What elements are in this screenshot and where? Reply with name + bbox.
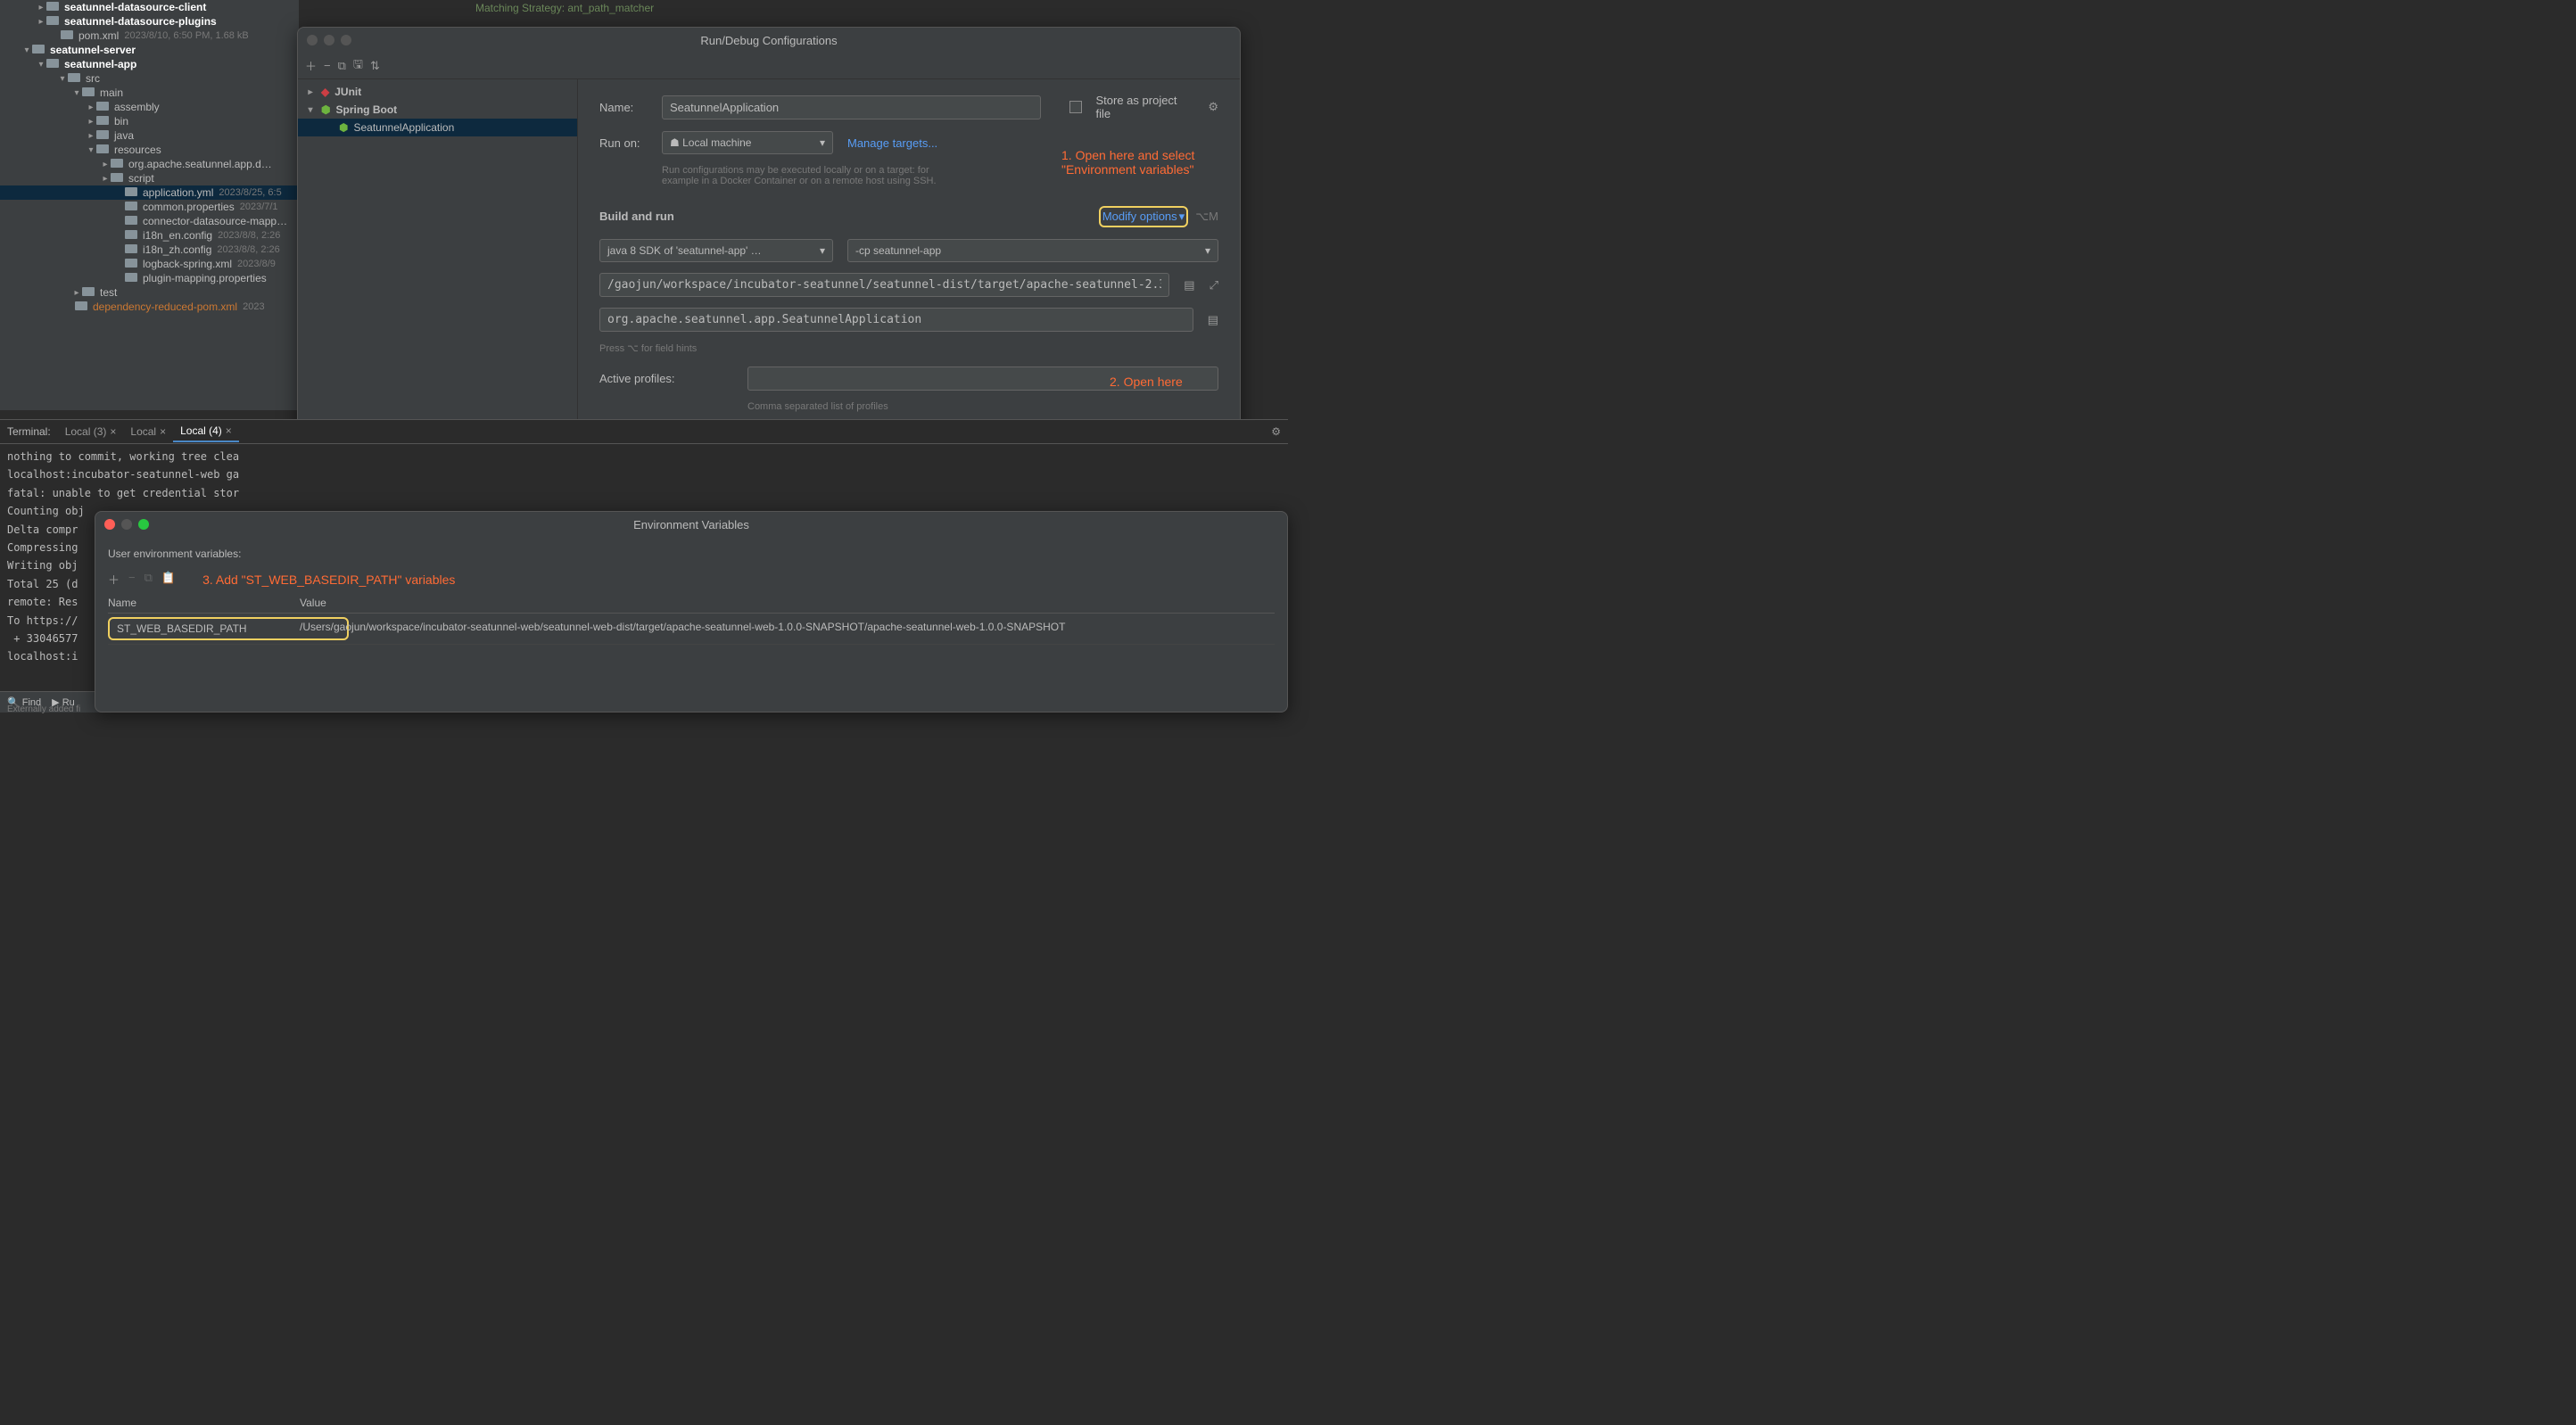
dialog-toolbar: ＋ − ⧉ 🖫 ⇅	[298, 53, 1240, 79]
dialog-titlebar[interactable]: Environment Variables	[95, 512, 1287, 537]
classpath-dropdown[interactable]: -cp seatunnel-app▾	[847, 239, 1218, 262]
dialog-titlebar[interactable]: Run/Debug Configurations	[298, 28, 1240, 53]
runon-hint: Run configurations may be executed local…	[662, 165, 956, 186]
close-icon[interactable]: ×	[110, 425, 116, 438]
active-profiles-label: Active profiles:	[599, 372, 733, 385]
project-tree[interactable]: ▸seatunnel-datasource-client▸seatunnel-d…	[0, 0, 299, 410]
expand-icon[interactable]: ⤢	[1210, 278, 1218, 292]
store-label: Store as project file	[1096, 94, 1194, 120]
store-checkbox[interactable]	[1069, 101, 1082, 113]
annotation-1: 1. Open here and select "Environment var…	[1061, 148, 1194, 177]
tree-item[interactable]: common.properties2023/7/1	[0, 200, 299, 214]
copy-icon[interactable]: ⧉	[144, 571, 153, 588]
terminal-tab[interactable]: Local (3) ×	[58, 422, 124, 441]
close-icon[interactable]	[104, 519, 115, 530]
tree-item[interactable]: ▾seatunnel-server	[0, 43, 299, 57]
close-icon[interactable]: ×	[160, 425, 166, 438]
editor-area[interactable]: Matching Strategy: ant_path_matcher	[397, 0, 1288, 27]
tree-item[interactable]: ▸bin	[0, 114, 299, 128]
config-type-spring-boot[interactable]: ▾ ⬢ Spring Boot	[298, 101, 577, 119]
runon-label: Run on:	[599, 136, 648, 150]
tree-item[interactable]: logback-spring.xml2023/8/9	[0, 257, 299, 271]
gear-icon[interactable]: ⚙	[1208, 100, 1218, 114]
tree-item[interactable]: connector-datasource-mapp…	[0, 214, 299, 228]
envvars-toolbar: ＋ − ⧉ 📋	[108, 565, 176, 593]
tree-item[interactable]: i18n_en.config2023/8/8, 2:26	[0, 228, 299, 243]
gear-icon[interactable]: ⚙	[1271, 425, 1281, 438]
tree-item[interactable]: dependency-reduced-pom.xml2023	[0, 300, 299, 314]
minimize-icon[interactable]	[121, 519, 132, 530]
annotation-3: 3. Add "ST_WEB_BASEDIR_PATH" variables	[202, 572, 455, 587]
close-icon[interactable]	[307, 35, 318, 45]
tree-item[interactable]: ▸seatunnel-datasource-client	[0, 0, 299, 14]
save-icon[interactable]: 🖫	[353, 56, 363, 76]
terminal-tab[interactable]: Local (4) ×	[173, 421, 239, 442]
modify-options-link[interactable]: Modify options	[1102, 210, 1177, 223]
tree-item[interactable]: ▸seatunnel-datasource-plugins	[0, 14, 299, 29]
main-class-input[interactable]	[599, 308, 1193, 332]
java-sdk-dropdown[interactable]: java 8 SDK of 'seatunnel-app' …▾	[599, 239, 833, 262]
paste-icon[interactable]: 📋	[161, 571, 176, 588]
active-profiles-hint: Comma separated list of profiles	[747, 401, 1218, 412]
config-item-seatunnel[interactable]: ⬢ SeatunnelApplication	[298, 119, 577, 136]
envvars-dialog: Environment Variables User environment v…	[95, 511, 1288, 712]
dialog-title: Run/Debug Configurations	[700, 34, 837, 47]
tree-item[interactable]: ▸assembly	[0, 100, 299, 114]
add-icon[interactable]: ＋	[305, 57, 317, 74]
manage-targets-link[interactable]: Manage targets...	[847, 136, 937, 150]
field-hints: Press ⌥ for field hints	[599, 342, 1218, 354]
copy-icon[interactable]: ⧉	[338, 59, 346, 73]
tree-item[interactable]: application.yml2023/8/25, 6:5	[0, 185, 299, 200]
tree-item[interactable]: ▾main	[0, 86, 299, 100]
build-run-header: Build and run	[599, 210, 674, 223]
modify-shortcut: ⌥M	[1195, 210, 1218, 224]
runon-dropdown[interactable]: ☗ Local machine▾	[662, 131, 833, 154]
remove-icon[interactable]: −	[128, 571, 136, 588]
tree-item[interactable]: i18n_zh.config2023/8/8, 2:26	[0, 243, 299, 257]
remove-icon[interactable]: −	[324, 59, 331, 72]
tree-item[interactable]: ▾src	[0, 71, 299, 86]
history-icon[interactable]: ▤	[1184, 278, 1194, 292]
table-row[interactable]: ST_WEB_BASEDIR_PATH /Users/gaojun/worksp…	[108, 614, 1275, 645]
sort-icon[interactable]: ⇅	[370, 59, 380, 73]
maximize-icon[interactable]	[341, 35, 351, 45]
status-text: Externally added fi	[7, 704, 80, 714]
table-header: Name Value	[108, 593, 1275, 614]
expand-icon[interactable]: ▤	[1208, 313, 1218, 327]
program-args-input[interactable]	[599, 273, 1169, 297]
name-label: Name:	[599, 101, 648, 114]
tree-item[interactable]: ▾resources	[0, 143, 299, 157]
tree-item[interactable]: ▸script	[0, 171, 299, 185]
tree-item[interactable]: ▸org.apache.seatunnel.app.d…	[0, 157, 299, 171]
annotation-2: 2. Open here	[1110, 375, 1183, 389]
minimize-icon[interactable]	[324, 35, 334, 45]
config-type-junit[interactable]: ▸ ◆ JUnit	[298, 83, 577, 101]
terminal-tabs: Terminal: Local (3) × Local × Local (4) …	[0, 419, 1288, 444]
tree-item[interactable]: pom.xml2023/8/10, 6:50 PM, 1.68 kB	[0, 29, 299, 43]
dialog-title: Environment Variables	[633, 518, 749, 531]
terminal-label: Terminal:	[7, 425, 51, 438]
maximize-icon[interactable]	[138, 519, 149, 530]
name-input[interactable]	[662, 95, 1041, 119]
add-icon[interactable]: ＋	[108, 571, 120, 588]
tree-item[interactable]: ▸java	[0, 128, 299, 143]
tree-item[interactable]: ▸test	[0, 285, 299, 300]
close-icon[interactable]: ×	[226, 424, 232, 437]
terminal-tab[interactable]: Local ×	[123, 422, 173, 441]
user-envvars-header: User environment variables:	[108, 548, 1275, 560]
tree-item[interactable]: plugin-mapping.properties	[0, 271, 299, 285]
tree-item[interactable]: ▾seatunnel-app	[0, 57, 299, 71]
